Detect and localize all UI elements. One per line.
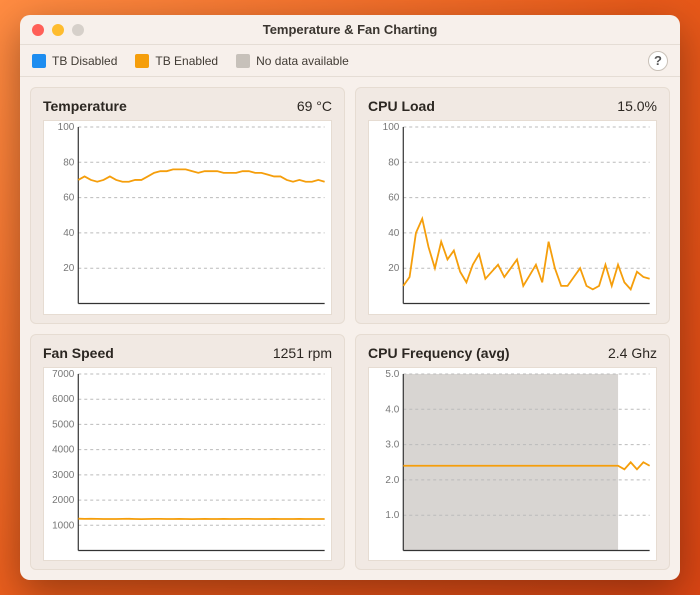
close-button[interactable] (32, 24, 44, 36)
legend-label-enabled: TB Enabled (155, 54, 218, 68)
y-tick-label: 40 (63, 228, 75, 239)
series-line-tb-enabled (78, 169, 324, 181)
y-tick-label: 3.0 (385, 439, 399, 450)
panel-value-temperature: 69 °C (297, 98, 332, 114)
y-tick-label: 6000 (52, 394, 75, 405)
legend-item-enabled: TB Enabled (135, 54, 218, 68)
panel-head: Temperature 69 °C (43, 98, 332, 114)
y-tick-label: 1.0 (385, 510, 399, 521)
panel-value-fan-speed: 1251 rpm (273, 345, 332, 361)
y-tick-label: 1000 (52, 520, 75, 531)
panel-title-temperature: Temperature (43, 98, 127, 114)
y-tick-label: 5000 (52, 419, 75, 430)
help-button[interactable]: ? (648, 51, 668, 71)
panel-title-cpu-load: CPU Load (368, 98, 435, 114)
panel-fan-speed: Fan Speed 1251 rpm 1000 2000 3000 4000 5000 6… (30, 334, 345, 571)
panel-head: Fan Speed 1251 rpm (43, 345, 332, 361)
legend-swatch-nodata (236, 54, 250, 68)
y-tick-label: 4000 (52, 444, 75, 455)
window-title: Temperature & Fan Charting (20, 22, 680, 37)
y-tick-label: 5.0 (385, 368, 399, 379)
y-tick-label: 100 (383, 122, 400, 133)
panel-title-cpu-freq: CPU Frequency (avg) (368, 345, 510, 361)
panel-cpu-load: CPU Load 15.0% 20 40 60 80 100 (355, 87, 670, 324)
panel-value-cpu-freq: 2.4 Ghz (608, 345, 657, 361)
help-icon: ? (654, 53, 662, 68)
y-tick-label: 20 (388, 263, 400, 274)
panel-value-cpu-load: 15.0% (617, 98, 657, 114)
panel-grid: Temperature 69 °C 20 40 60 80 100 CPU Load 1… (20, 77, 680, 580)
panel-temperature: Temperature 69 °C 20 40 60 80 100 (30, 87, 345, 324)
legend-item-disabled: TB Disabled (32, 54, 117, 68)
y-tick-label: 2000 (52, 495, 75, 506)
y-tick-label: 2.0 (385, 474, 399, 485)
series-line-tb-enabled (403, 219, 649, 290)
y-tick-label: 100 (58, 122, 75, 133)
chart-cpu-freq: 1.0 2.0 3.0 4.0 5.0 (368, 367, 657, 562)
y-tick-label: 80 (388, 157, 400, 168)
traffic-lights (32, 24, 84, 36)
y-tick-label: 80 (63, 157, 75, 168)
nodata-region (403, 373, 618, 550)
panel-head: CPU Load 15.0% (368, 98, 657, 114)
titlebar: Temperature & Fan Charting (20, 15, 680, 45)
panel-cpu-freq: CPU Frequency (avg) 2.4 Ghz 1.0 2.0 3.0 4.0… (355, 334, 670, 571)
legend-item-nodata: No data available (236, 54, 349, 68)
chart-temperature: 20 40 60 80 100 (43, 120, 332, 315)
legend-bar: TB Disabled TB Enabled No data available… (20, 45, 680, 77)
app-window: Temperature & Fan Charting TB Disabled T… (20, 15, 680, 580)
y-tick-label: 4.0 (385, 404, 399, 415)
y-tick-label: 7000 (52, 368, 75, 379)
legend-label-disabled: TB Disabled (52, 54, 117, 68)
maximize-button[interactable] (72, 24, 84, 36)
minimize-button[interactable] (52, 24, 64, 36)
y-tick-label: 3000 (52, 469, 75, 480)
panel-title-fan-speed: Fan Speed (43, 345, 114, 361)
legend-swatch-disabled (32, 54, 46, 68)
legend-swatch-enabled (135, 54, 149, 68)
chart-fan-speed: 1000 2000 3000 4000 5000 6000 7000 (43, 367, 332, 562)
panel-head: CPU Frequency (avg) 2.4 Ghz (368, 345, 657, 361)
legend-label-nodata: No data available (256, 54, 349, 68)
y-tick-label: 60 (63, 193, 75, 204)
chart-cpu-load: 20 40 60 80 100 (368, 120, 657, 315)
y-tick-label: 40 (388, 228, 400, 239)
y-tick-label: 20 (63, 263, 75, 274)
y-tick-label: 60 (388, 193, 400, 204)
